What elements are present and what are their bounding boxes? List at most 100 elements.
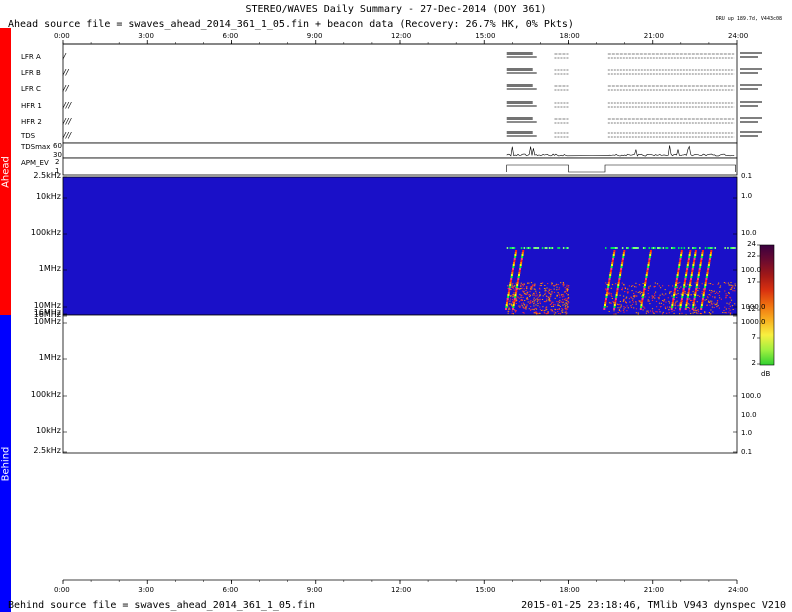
band-pixel <box>724 247 726 249</box>
emission-pixel <box>519 294 520 295</box>
band-pixel <box>671 247 673 249</box>
generator-text: 2015-01-25 23:18:46, TMlib V943 dynspec … <box>521 600 786 611</box>
status-row-label: TDS <box>21 132 35 140</box>
emission-pixel <box>699 296 700 297</box>
emission-pixel <box>558 313 559 314</box>
emission-pixel <box>536 298 537 299</box>
ahead-spectrogram <box>63 177 737 315</box>
emission-pixel <box>654 298 655 299</box>
burst-pixel <box>508 292 510 294</box>
burst-pixel <box>646 274 648 276</box>
tdsmax-label: TDSmax <box>21 143 50 151</box>
status-annotation <box>507 117 533 120</box>
emission-pixel <box>680 310 681 311</box>
burst-pixel <box>685 306 687 308</box>
burst-pixel <box>614 302 616 304</box>
emission-pixel <box>523 291 524 292</box>
emission-pixel <box>714 297 715 298</box>
status-row-label: HFR 2 <box>21 118 42 126</box>
band-pixel <box>612 247 614 249</box>
emission-pixel <box>618 312 619 313</box>
top-time-label: 21:00 <box>644 32 664 40</box>
emission-pixel <box>562 296 563 297</box>
emission-pixel <box>721 299 722 300</box>
behind-freq-label: 10kHz <box>36 426 61 435</box>
emission-pixel <box>719 295 720 296</box>
emission-pixel <box>527 293 528 294</box>
burst-pixel <box>516 288 518 290</box>
emission-pixel <box>512 285 513 286</box>
emission-pixel <box>690 313 691 314</box>
burst-pixel <box>676 276 678 278</box>
emission-pixel <box>636 312 637 313</box>
emission-pixel <box>512 313 513 314</box>
burst-pixel <box>705 280 707 282</box>
burst-pixel <box>697 278 699 280</box>
emission-pixel <box>710 310 711 311</box>
emission-pixel <box>627 292 628 293</box>
emission-pixel <box>657 283 658 284</box>
emission-pixel <box>660 287 661 288</box>
band-pixel <box>514 247 516 249</box>
band-pixel <box>512 247 514 249</box>
burst-pixel <box>649 256 651 258</box>
emission-pixel <box>675 303 676 304</box>
band-pixel <box>626 247 628 249</box>
band-pixel <box>684 247 686 249</box>
burst-pixel <box>708 262 710 264</box>
emission-pixel <box>724 291 725 292</box>
burst-pixel <box>610 272 612 274</box>
burst-pixel <box>507 298 509 300</box>
emission-pixel <box>550 296 551 297</box>
emission-pixel <box>717 293 718 294</box>
emission-pixel <box>521 299 522 300</box>
emission-pixel <box>669 292 670 293</box>
emission-pixel <box>696 307 697 308</box>
emission-pixel <box>620 307 621 308</box>
band-pixel <box>628 247 630 249</box>
emission-pixel <box>551 306 552 307</box>
band-pixel <box>692 247 694 249</box>
emission-pixel <box>566 311 567 312</box>
burst-pixel <box>517 278 519 280</box>
emission-pixel <box>620 301 621 302</box>
burst-pixel <box>707 272 709 274</box>
emission-pixel <box>512 296 513 297</box>
burst-pixel <box>615 298 617 300</box>
burst-pixel <box>522 254 524 256</box>
emission-pixel <box>648 312 649 313</box>
band-pixel <box>705 247 707 249</box>
emission-pixel <box>731 289 732 290</box>
burst-pixel <box>623 254 625 256</box>
emission-pixel <box>611 296 612 297</box>
band-pixel <box>734 247 736 249</box>
emission-pixel <box>541 310 542 311</box>
status-right-annotation <box>740 131 762 133</box>
band-pixel <box>635 247 637 249</box>
emission-pixel <box>725 297 726 298</box>
burst-pixel <box>709 260 711 262</box>
burst-pixel <box>681 252 683 254</box>
emission-pixel <box>731 285 732 286</box>
emission-pixel <box>664 300 665 301</box>
emission-pixel <box>657 311 658 312</box>
emission-pixel <box>628 307 629 308</box>
emission-pixel <box>712 291 713 292</box>
emission-pixel <box>525 307 526 308</box>
emission-pixel <box>612 301 613 302</box>
burst-pixel <box>617 286 619 288</box>
burst-pixel <box>641 300 643 302</box>
burst-pixel <box>677 272 679 274</box>
bottom-time-axis <box>63 580 737 584</box>
emission-pixel <box>522 288 523 289</box>
burst-pixel <box>612 258 614 260</box>
emission-pixel <box>734 303 735 304</box>
emission-pixel <box>704 311 705 312</box>
emission-pixel <box>621 306 622 307</box>
emission-pixel <box>529 308 530 309</box>
emission-pixel <box>512 299 513 300</box>
emission-pixel <box>648 290 649 291</box>
emission-pixel <box>636 308 637 309</box>
burst-pixel <box>607 288 609 290</box>
emission-pixel <box>539 296 540 297</box>
